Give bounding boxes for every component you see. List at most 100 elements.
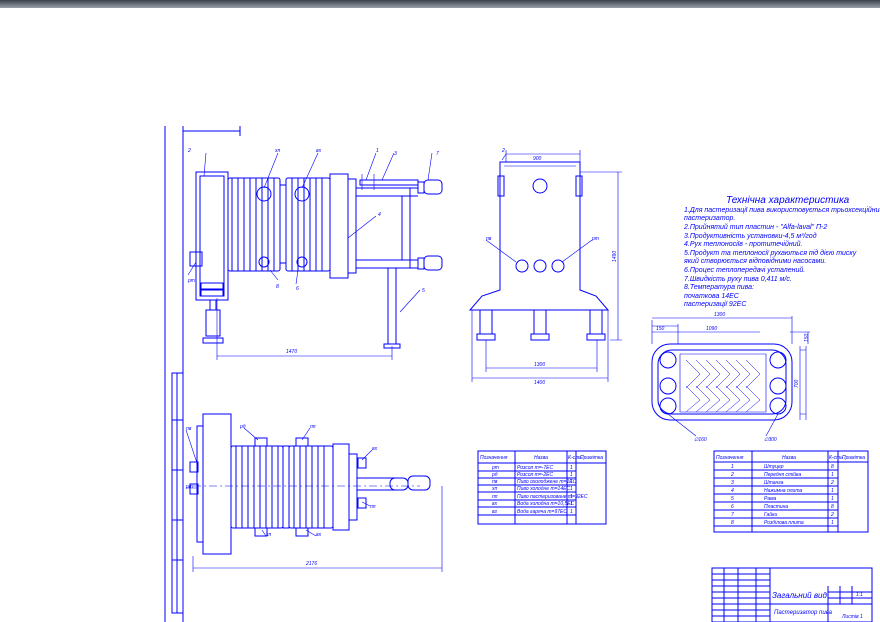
leader-label: 4 [378, 212, 381, 218]
table1-cell: рт [491, 465, 499, 471]
table2-cell: Передня стійка [764, 471, 801, 478]
leader-label: пп [370, 504, 376, 510]
leader-label: 7 [436, 151, 439, 157]
table2-cell: 2 [830, 480, 834, 486]
drawing-sheet: Технічна характеристика 1.Для пастеризац… [164, 126, 880, 622]
leader-label: рт [591, 236, 599, 242]
tech-line: 7.Швидкість руху пива 0,411 м/с. [684, 275, 792, 283]
drawing-frame-top-tab [183, 126, 241, 136]
table2-header: Позначення [716, 455, 744, 461]
table1-header: Назва [534, 455, 548, 461]
table2-cell: 2 [830, 512, 834, 518]
table2-cell: 5 [731, 496, 734, 502]
plate-view [651, 316, 810, 437]
table1-cell: вз [492, 509, 498, 515]
leader-label: 5 [422, 288, 425, 294]
leader-label: 2 [187, 148, 191, 154]
table2-header: Примітка [842, 455, 865, 461]
leader-label: хп [265, 532, 272, 538]
leader-label: пв [486, 236, 492, 242]
leader-label: 6 [296, 286, 299, 292]
leader-label: рт [185, 484, 193, 490]
stamp-sheets: Листів 1 [841, 614, 863, 620]
table1-cell: 1 [570, 486, 573, 492]
tech-line: 5.Продукт та теплоносії рухаються під ді… [684, 249, 857, 257]
leader-label: 3 [394, 151, 397, 157]
table2-cell: 1 [831, 496, 834, 502]
table1-cell: Розсол т=-7ЕС [517, 465, 553, 471]
tech-line: 4.Рух теплоносіїв - протитечійний. [684, 240, 803, 248]
tech-lines: 1.Для пастеризації пива використовується… [683, 206, 880, 308]
leader-label: вх [316, 532, 322, 538]
table2-cell: Рама [764, 496, 777, 502]
table1-cell: рд [491, 472, 498, 478]
dim-bottom-length: 2176 [305, 561, 317, 567]
tech-line: початкова 14ЕС [684, 293, 740, 300]
table1-cell: Пиво пастеризоване т=92ЕС [517, 494, 588, 500]
dim-port-left: ∅160 [694, 437, 707, 443]
tech-line: 3.Продуктивність установки-4,5 м³/год [684, 232, 817, 240]
leader-label: вх [372, 446, 378, 452]
table2-cell: Нажимна плита [764, 488, 802, 494]
table1-cell: Пиво охолоджене т=1ЕС [517, 479, 577, 485]
tech-line: 1.Для пастеризації пива використовується… [684, 206, 880, 214]
table1-cell: 1 [570, 509, 573, 515]
leader-label: хп [274, 148, 281, 154]
parts-table: Позначення Назва К-сть Примітка 1 Штуцер… [716, 455, 865, 526]
table2-cell: 6 [731, 504, 734, 510]
table2-cell: Гайки [764, 511, 777, 518]
front-view-top [187, 152, 443, 360]
table2-cell: 8 [831, 464, 834, 470]
table2-cell: Розділова плита [764, 520, 804, 526]
leader-label: пв [186, 426, 192, 432]
tech-line: 8.Температура пива: [684, 284, 754, 291]
tech-line: 6.Процес теплопередачі усталений. [684, 266, 805, 274]
leader-label: рт [187, 278, 195, 284]
table1-cell: пв [492, 479, 498, 485]
table1-cell: 1 [570, 472, 573, 478]
table1-cell: 1 [570, 465, 573, 471]
leader-label: 2 [501, 148, 505, 154]
table1-cell: Вода гаряча т=97ЕС [517, 509, 567, 515]
table2-cell: 2 [730, 472, 734, 478]
leader-label: 8 [276, 284, 279, 290]
table2-cell: 1 [831, 488, 834, 494]
table2-cell: 8 [831, 504, 834, 510]
tech-line: 2.Прийнятий тип пластин - "Alfa-laval" П… [683, 223, 827, 231]
dim-top-length: 1470 [286, 349, 297, 355]
dim-side-height: 1490 [612, 251, 618, 262]
table2-cell: Штуцер [764, 464, 784, 470]
plan-view-bottom [185, 413, 443, 572]
table2-cell: 7 [731, 512, 734, 518]
tech-line: пастеризації 92ЕС [684, 300, 747, 308]
table2-header: Назва [782, 455, 796, 461]
table2-cell: 1 [731, 464, 734, 470]
stamp-main-title: Загальний вид [772, 591, 827, 600]
title-block: Загальний вид Пастеризатор пива 1:1 Лист… [772, 591, 863, 620]
leader-label: пп [310, 424, 316, 430]
table1-cell: вх [492, 501, 498, 507]
leader-label: рд [239, 424, 246, 430]
table1-cell: Вода холодна т=10,5ЕС [517, 501, 575, 507]
dim-plate-width2: 1300 [714, 312, 725, 318]
table2-cell: Пластина [764, 504, 788, 510]
table2-cell: 1 [831, 520, 834, 526]
table2-cell: Штанга [764, 480, 784, 486]
table1-cell: пп [492, 494, 498, 500]
dim-side-base: 1300 [534, 362, 545, 368]
table1-cell: Пиво холодне т=14ЕС [517, 486, 570, 492]
table1-cell: 1 [570, 501, 573, 507]
table1-cell: Розсол т=-2ЕС [517, 472, 553, 478]
stamp-scale: 1:1 [856, 592, 863, 598]
dim-port-right: ∅300 [764, 437, 777, 443]
side-stamp [171, 372, 184, 614]
table2-cell: 8 [731, 520, 734, 526]
dim-plate-top: 150 [804, 333, 810, 342]
leader-label: 1 [376, 148, 379, 154]
stamp-sub-title: Пастеризатор пива [774, 610, 833, 616]
dim-side-total: 1400 [534, 380, 545, 386]
table1-header: Позначення [480, 455, 508, 461]
table2-cell: 3 [731, 480, 734, 486]
table2-cell: 1 [831, 472, 834, 478]
tech-line: який створюється відповідними насосами. [683, 257, 826, 265]
